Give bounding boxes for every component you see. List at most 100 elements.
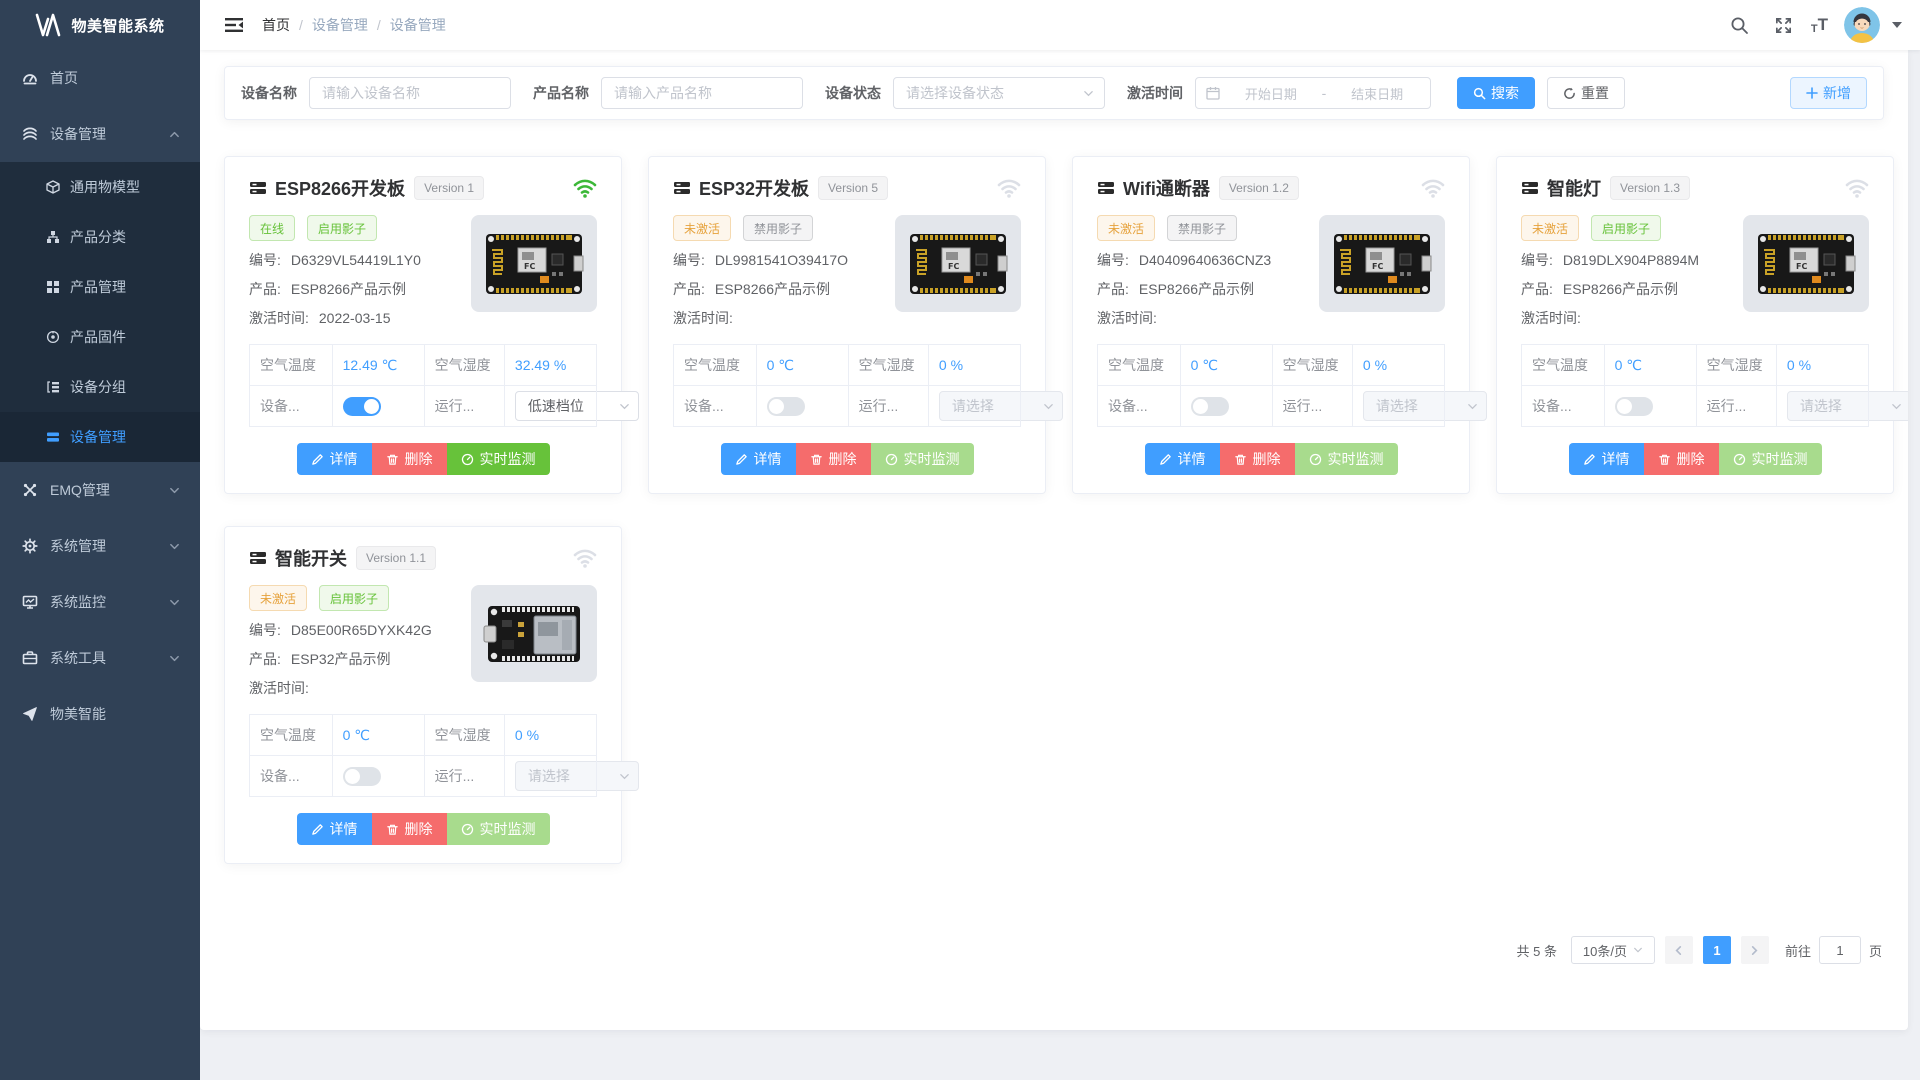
delete-button[interactable]: 删除 <box>372 443 447 475</box>
serial-value: DL9981541O39417O <box>715 252 848 268</box>
sidebar-item-system-management[interactable]: 系统管理 <box>0 518 200 574</box>
detail-button[interactable]: 详情 <box>721 443 796 475</box>
logo[interactable]: 物美智能系统 <box>0 0 200 50</box>
page-size-select[interactable]: 10条/页 <box>1571 936 1655 964</box>
device-switch-toggle[interactable] <box>343 767 381 786</box>
device-status-select[interactable]: 请选择设备状态 <box>893 77 1105 109</box>
sidebar-item-label: 产品分类 <box>70 227 126 247</box>
sidebar-item-device-management-active[interactable]: 设备管理 <box>0 412 200 462</box>
fullscreen-icon[interactable] <box>1767 8 1801 42</box>
run-mode-select[interactable]: 请选择 <box>939 391 1063 421</box>
prev-page-button[interactable] <box>1665 936 1693 964</box>
search-icon[interactable] <box>1723 8 1757 42</box>
detail-button[interactable]: 详情 <box>1145 443 1220 475</box>
sidebar-item-device-group[interactable]: 设备分组 <box>0 362 200 412</box>
sidebar-item-home[interactable]: 首页 <box>0 50 200 106</box>
edit-icon <box>311 823 324 836</box>
run-mode-select[interactable]: 请选择 <box>1363 391 1487 421</box>
sidebar-item-device-management[interactable]: 设备管理 <box>0 106 200 162</box>
sidebar-item-label: 系统工具 <box>50 648 106 668</box>
sidebar-item-thing-model[interactable]: 通用物模型 <box>0 162 200 212</box>
sidebar-item-product-firmware[interactable]: 产品固件 <box>0 312 200 362</box>
product-label: 产品: <box>249 651 281 667</box>
current-page-button[interactable]: 1 <box>1703 936 1731 964</box>
version-badge: Version 1 <box>414 176 484 200</box>
wifi-status-icon <box>997 178 1021 198</box>
version-badge: Version 1.3 <box>1610 176 1690 200</box>
sidebar-item-system-monitor[interactable]: 系统监控 <box>0 574 200 630</box>
product-value: ESP8266产品示例 <box>1139 281 1254 297</box>
device-switch-toggle[interactable] <box>1615 397 1653 416</box>
device-switch-toggle[interactable] <box>767 397 805 416</box>
run-mode-value: 请选择 <box>1376 396 1418 416</box>
gauge-icon <box>1309 453 1322 466</box>
status-tag: 未激活 <box>249 585 307 611</box>
detail-button[interactable]: 详情 <box>1569 443 1644 475</box>
avatar[interactable] <box>1844 7 1880 43</box>
search-icon <box>1473 87 1486 100</box>
sidebar-item-label: 通用物模型 <box>70 177 140 197</box>
product-value: ESP8266产品示例 <box>1563 281 1678 297</box>
monitor-button[interactable]: 实时监测 <box>447 813 550 845</box>
delete-button[interactable]: 删除 <box>1644 443 1719 475</box>
product-label: 产品: <box>673 281 705 297</box>
temp-value: 0 ℃ <box>756 345 848 386</box>
delete-button-label: 删除 <box>1677 449 1705 469</box>
user-menu-caret-icon[interactable] <box>1892 22 1902 28</box>
monitor-button[interactable]: 实时监测 <box>871 443 974 475</box>
sidebar-item-product-category[interactable]: 产品分类 <box>0 212 200 262</box>
sidebar-item-system-tools[interactable]: 系统工具 <box>0 630 200 686</box>
main-content: 设备名称 产品名称 设备状态 请选择设备状态 激活时间 开始日期 - 结束日期 … <box>200 50 1908 1030</box>
add-device-button[interactable]: 新增 <box>1790 77 1867 109</box>
goto-page-input[interactable] <box>1819 936 1861 964</box>
activation-value: 2022-03-15 <box>319 310 391 326</box>
serial-value: D85E00R65DYXK42G <box>291 622 432 638</box>
edit-icon <box>1583 453 1596 466</box>
activation-label: 激活时间: <box>1521 310 1581 326</box>
device-server-icon <box>249 549 267 567</box>
chevron-down-icon <box>1083 88 1094 99</box>
detail-button-label: 详情 <box>1178 449 1206 469</box>
wifi-status-icon <box>573 178 597 198</box>
device-server-icon <box>673 179 691 197</box>
device-switch-toggle[interactable] <box>343 397 381 416</box>
serial-label: 编号: <box>249 252 281 268</box>
sidebar-item-emq[interactable]: EMQ管理 <box>0 462 200 518</box>
hum-value: 32.49 % <box>504 345 596 386</box>
run-mode-select[interactable]: 请选择 <box>515 761 639 791</box>
run-mode-select[interactable]: 低速档位 <box>515 391 639 421</box>
serial-label: 编号: <box>1097 252 1129 268</box>
esp8266-board-image: FC <box>1754 226 1858 302</box>
device-name-input[interactable] <box>309 77 511 109</box>
serial-label: 编号: <box>1521 252 1553 268</box>
delete-button[interactable]: 删除 <box>1220 443 1295 475</box>
next-page-button[interactable] <box>1741 936 1769 964</box>
search-button[interactable]: 搜索 <box>1457 77 1535 109</box>
hum-value: 0 % <box>1352 345 1444 386</box>
hum-label: 空气湿度 <box>848 345 928 386</box>
sidebar-item-label: 产品固件 <box>70 327 126 347</box>
chevron-down-icon <box>1633 945 1643 955</box>
product-name-input[interactable] <box>601 77 803 109</box>
reset-button[interactable]: 重置 <box>1547 77 1625 109</box>
activation-date-range[interactable]: 开始日期 - 结束日期 <box>1195 77 1431 109</box>
temp-label: 空气温度 <box>674 345 757 386</box>
font-size-icon[interactable]: TT <box>1811 15 1828 35</box>
sidebar-item-product-management[interactable]: 产品管理 <box>0 262 200 312</box>
monitor-button[interactable]: 实时监测 <box>1719 443 1822 475</box>
monitor-button[interactable]: 实时监测 <box>1295 443 1398 475</box>
edit-icon <box>1159 453 1172 466</box>
breadcrumb-home[interactable]: 首页 <box>262 15 290 35</box>
detail-button[interactable]: 详情 <box>297 813 372 845</box>
device-switch-toggle[interactable] <box>1191 397 1229 416</box>
monitor-button[interactable]: 实时监测 <box>447 443 550 475</box>
device-name-label: 设备名称 <box>241 83 297 103</box>
sidebar-item-wumei-smart[interactable]: 物美智能 <box>0 686 200 742</box>
chevron-down-icon <box>1467 401 1478 412</box>
collapse-sidebar-icon[interactable] <box>224 15 244 35</box>
delete-button-label: 删除 <box>1253 449 1281 469</box>
detail-button[interactable]: 详情 <box>297 443 372 475</box>
run-mode-select[interactable]: 请选择 <box>1787 391 1908 421</box>
delete-button[interactable]: 删除 <box>796 443 871 475</box>
delete-button[interactable]: 删除 <box>372 813 447 845</box>
